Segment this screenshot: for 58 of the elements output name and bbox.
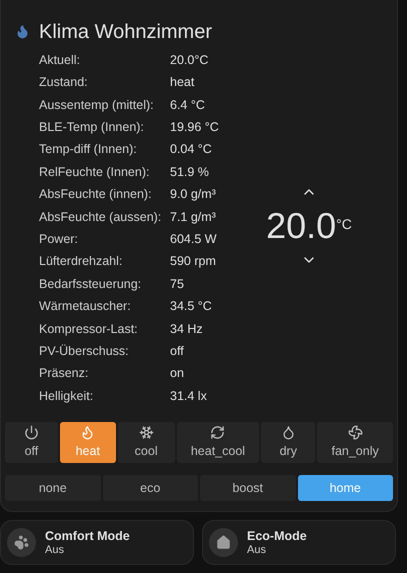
attribute-value: off [170,342,184,360]
attribute-value: 9.0 g/m³ [170,186,216,204]
attribute-value: 604.5 W [170,230,217,248]
temperature-unit: °C [336,214,352,234]
card-title: Klima Wohnzimmer [39,20,212,44]
mode-button[interactable]: fan_only [317,422,393,464]
entity-tile[interactable]: Eco-Mode Aus [202,520,396,565]
preset-button[interactable]: none [5,475,100,502]
attribute-label: Wärmetauscher: [39,298,132,316]
attribute-label: Zustand: [39,74,89,92]
attribute-label: Aktuell: [39,52,81,69]
droplet-icon [280,424,296,440]
mode-button[interactable]: dry [261,422,316,464]
attribute-value: 0.04 °C [170,141,212,158]
flame-icon [80,424,96,440]
flame-icon [15,24,30,39]
attribute-value: heat [170,74,194,92]
tile-name: Comfort Mode [45,528,130,542]
tile-state: Aus [45,542,65,556]
entity-tile[interactable]: Comfort Mode Aus [0,520,194,565]
attribute-label: Bedarfssteuerung: [39,276,142,293]
attribute-value: 31.4 lx [170,388,207,405]
mode-button[interactable]: heat_cool [176,422,260,464]
tile-state: Aus [247,542,267,556]
attribute-label: Helligkeit: [39,388,94,405]
mode-button[interactable]: cool [118,422,175,464]
tile-name: Eco-Mode [247,528,307,542]
attribute-label: PV-Überschuss: [39,342,130,360]
attribute-label: AbsFeuchte (innen): [39,186,153,204]
attribute-label: Lüfterdrehzahl: [39,253,124,270]
snowflake-icon [138,424,154,440]
paw-icon [7,528,36,557]
attribute-value: 19.96 °C [170,118,219,136]
attribute-value: 7.1 g/m³ [170,208,216,226]
attribute-label: Kompressor-Last: [39,320,139,338]
cycle-arrows-icon [210,424,226,440]
attribute-label: AbsFeuchte (aussen): [39,208,162,226]
house-icon [209,528,238,557]
attribute-label: Power: [39,230,79,248]
attribute-value: 20.0°C [170,52,208,69]
attribute-value: 51.9 % [170,164,209,181]
attribute-value: 590 rpm [170,253,216,270]
preset-button[interactable]: boost [200,475,296,502]
attribute-value: on [170,365,184,382]
attribute-value: 6.4 °C [170,96,205,114]
attribute-label: RelFeuchte (Innen): [39,164,150,181]
attribute-value: 75 [170,276,184,293]
preset-button[interactable]: eco [102,475,198,502]
mode-button[interactable]: off [5,422,58,464]
power-icon [24,424,39,440]
attribute-label: Präsenz: [39,365,90,382]
attribute-label: BLE-Temp (Innen): [39,118,145,136]
attribute-value: 34 Hz [170,320,203,338]
target-temperature: 20.0 [266,206,336,246]
fan-icon [348,424,363,440]
attribute-label: Temp-diff (Innen): [39,141,138,158]
attribute-label: Aussentemp (mittel): [39,96,155,114]
attribute-value: 34.5 °C [170,298,212,316]
